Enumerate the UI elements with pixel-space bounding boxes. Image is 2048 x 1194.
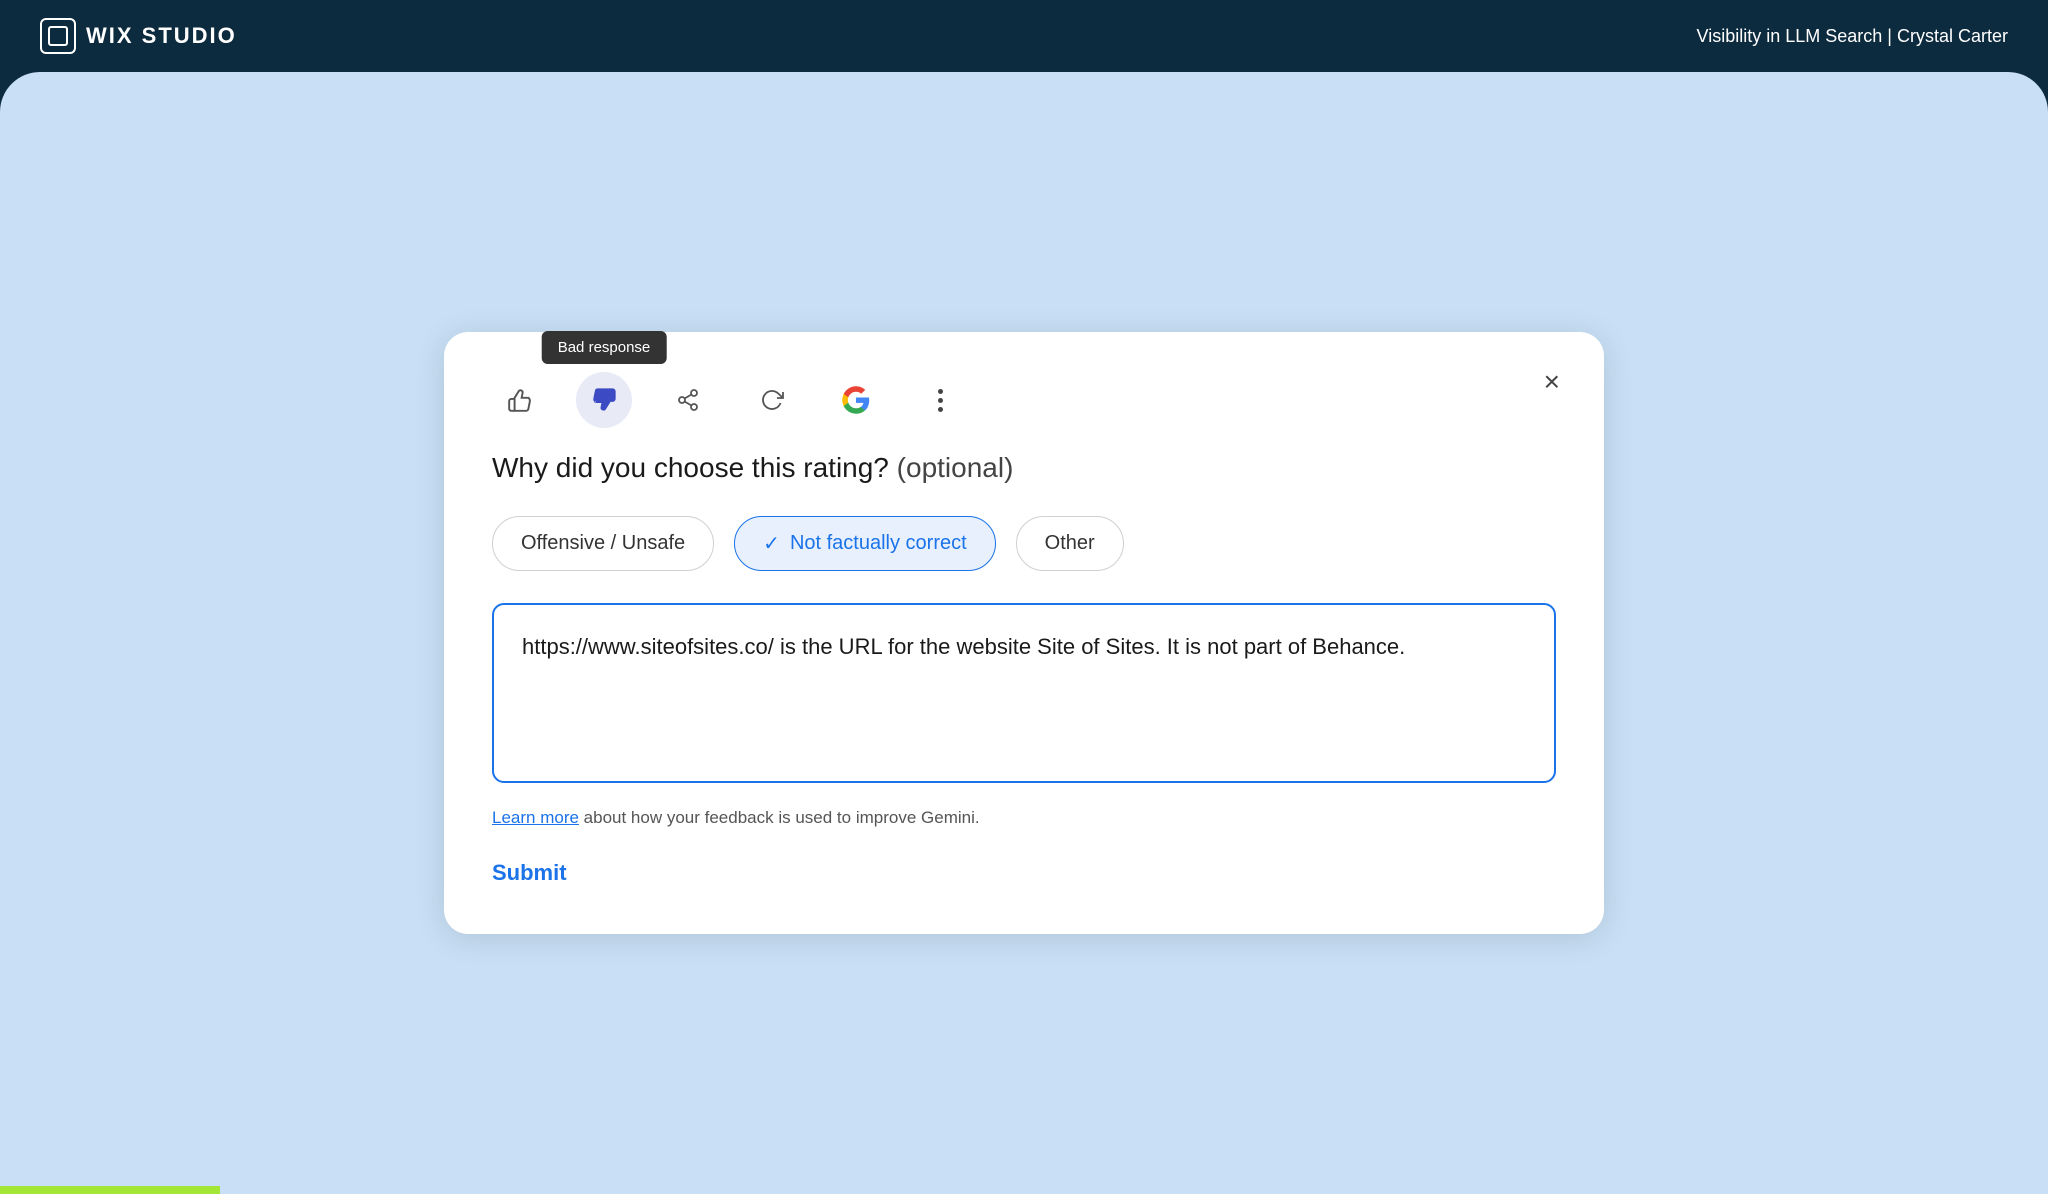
offensive-label: Offensive / Unsafe bbox=[521, 532, 685, 555]
rating-options-row: Offensive / Unsafe ✓ Not factually corre… bbox=[492, 516, 1556, 571]
question-text: Why did you choose this rating? bbox=[492, 452, 889, 483]
feedback-dialog: Bad response bbox=[444, 332, 1604, 934]
refresh-button[interactable] bbox=[744, 372, 800, 428]
header: WIX STUDIO Visibility in LLM Search | Cr… bbox=[0, 0, 2048, 72]
rating-option-other[interactable]: Other bbox=[1016, 516, 1124, 571]
toolbar: Bad response bbox=[492, 372, 1556, 428]
rating-option-offensive[interactable]: Offensive / Unsafe bbox=[492, 516, 714, 571]
not-factual-label: Not factually correct bbox=[790, 532, 967, 555]
other-label: Other bbox=[1045, 532, 1095, 555]
thumbs-down-wrapper: Bad response bbox=[576, 372, 632, 428]
check-icon: ✓ bbox=[763, 531, 780, 556]
more-options-button[interactable] bbox=[912, 372, 968, 428]
learn-more-link[interactable]: Learn more bbox=[492, 808, 579, 827]
bottom-accent-bar bbox=[0, 1186, 220, 1194]
thumbs-down-button[interactable] bbox=[576, 372, 632, 428]
question-heading: Why did you choose this rating? (optiona… bbox=[492, 452, 1556, 484]
three-dots-icon bbox=[938, 389, 943, 412]
header-logo-area: WIX STUDIO bbox=[40, 18, 237, 54]
learn-more-suffix: about how your feedback is used to impro… bbox=[579, 808, 980, 827]
rating-option-not-factual[interactable]: ✓ Not factually correct bbox=[734, 516, 996, 571]
wix-studio-text: WIX STUDIO bbox=[86, 23, 237, 49]
main-content: Bad response bbox=[0, 72, 2048, 1194]
google-button[interactable] bbox=[828, 372, 884, 428]
share-button[interactable] bbox=[660, 372, 716, 428]
wix-logo-inner bbox=[48, 26, 68, 46]
optional-label: (optional) bbox=[897, 452, 1014, 483]
bad-response-tooltip: Bad response bbox=[542, 331, 667, 364]
thumbs-up-button[interactable] bbox=[492, 372, 548, 428]
header-title: Visibility in LLM Search | Crystal Carte… bbox=[1697, 26, 2008, 47]
submit-button[interactable]: Submit bbox=[492, 860, 567, 886]
wix-logo-box bbox=[40, 18, 76, 54]
feedback-textarea[interactable]: https://www.siteofsites.co/ is the URL f… bbox=[492, 603, 1556, 783]
close-button[interactable]: × bbox=[1544, 368, 1560, 396]
learn-more-paragraph: Learn more about how your feedback is us… bbox=[492, 808, 1556, 828]
